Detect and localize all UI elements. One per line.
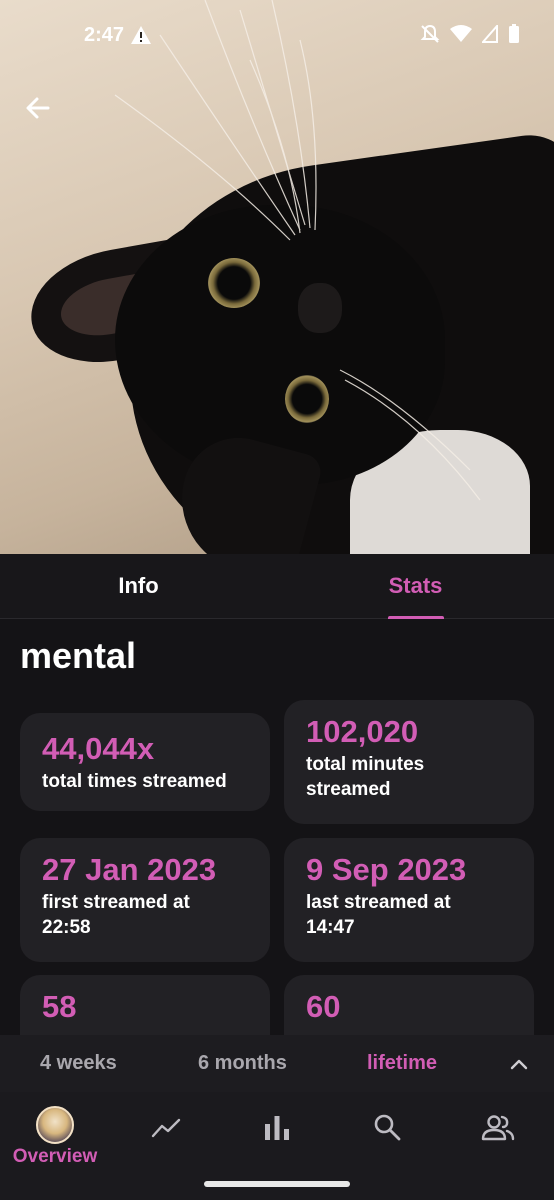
stat-value: 60: [306, 989, 341, 1024]
stat-label: total times streamed: [42, 771, 227, 792]
search-icon: [374, 1114, 401, 1141]
range-4-weeks[interactable]: 4 weeks: [40, 1052, 117, 1075]
battery-icon: [509, 24, 519, 43]
stat-label: first streamed at 22:58: [42, 892, 190, 938]
trend-line-icon: [151, 1118, 181, 1138]
stat-value: 27 Jan 2023: [42, 852, 217, 887]
wifi-icon: [450, 25, 472, 42]
bar-chart-icon: [265, 1116, 289, 1140]
range-lifetime[interactable]: lifetime: [367, 1052, 437, 1075]
tab-bar: Info Stats: [0, 554, 554, 619]
home-indicator[interactable]: [204, 1181, 350, 1187]
time-range-selector: 4 weeks 6 months lifetime: [0, 1035, 554, 1092]
status-time: 2:47: [84, 24, 125, 46]
hero-image: [0, 0, 554, 554]
notifications-off-icon: [420, 24, 440, 43]
tab-stats-label: Stats: [388, 573, 443, 598]
stats-grid: 44,044x total times streamed 102,020 tot…: [0, 690, 554, 1035]
stat-label: last streamed at 14:47: [306, 892, 451, 938]
stat-card-times-streamed: 44,044x total times streamed: [20, 713, 270, 811]
back-arrow-icon[interactable]: [22, 92, 54, 124]
status-bar: 2:47: [0, 0, 554, 72]
stat-card-minutes-streamed: 102,020 total minutes streamed: [284, 700, 534, 824]
chevron-up-icon[interactable]: [508, 1053, 530, 1075]
stat-value: 58: [42, 989, 77, 1024]
nav-overview-label: Overview: [12, 1146, 98, 1167]
nav-overview[interactable]: Overview: [12, 1106, 98, 1168]
warning-icon: [131, 26, 151, 44]
cell-signal-icon: [482, 25, 498, 43]
tab-info[interactable]: Info: [0, 554, 277, 618]
stat-value: 102,020: [306, 714, 419, 749]
stat-card-6: 60: [284, 975, 534, 1035]
nav-trends[interactable]: [150, 1114, 182, 1142]
tab-info-label: Info: [118, 573, 159, 598]
stat-value: 44,044x: [42, 731, 155, 766]
nav-friends[interactable]: [481, 1112, 515, 1142]
tab-indicator: [387, 616, 444, 619]
nav-charts[interactable]: [262, 1112, 292, 1142]
people-icon: [481, 1115, 515, 1141]
stat-card-5: 58: [20, 975, 270, 1035]
range-6-months[interactable]: 6 months: [198, 1052, 287, 1075]
song-title: mental: [20, 635, 137, 676]
stat-label: total minutes streamed: [306, 754, 425, 800]
stat-card-first-streamed: 27 Jan 2023 first streamed at 22:58: [20, 838, 270, 962]
nav-search[interactable]: [372, 1112, 402, 1142]
tab-stats[interactable]: Stats: [277, 554, 554, 619]
avatar: [36, 1106, 74, 1144]
stat-value: 9 Sep 2023: [306, 852, 467, 887]
stat-card-last-streamed: 9 Sep 2023 last streamed at 14:47: [284, 838, 534, 962]
